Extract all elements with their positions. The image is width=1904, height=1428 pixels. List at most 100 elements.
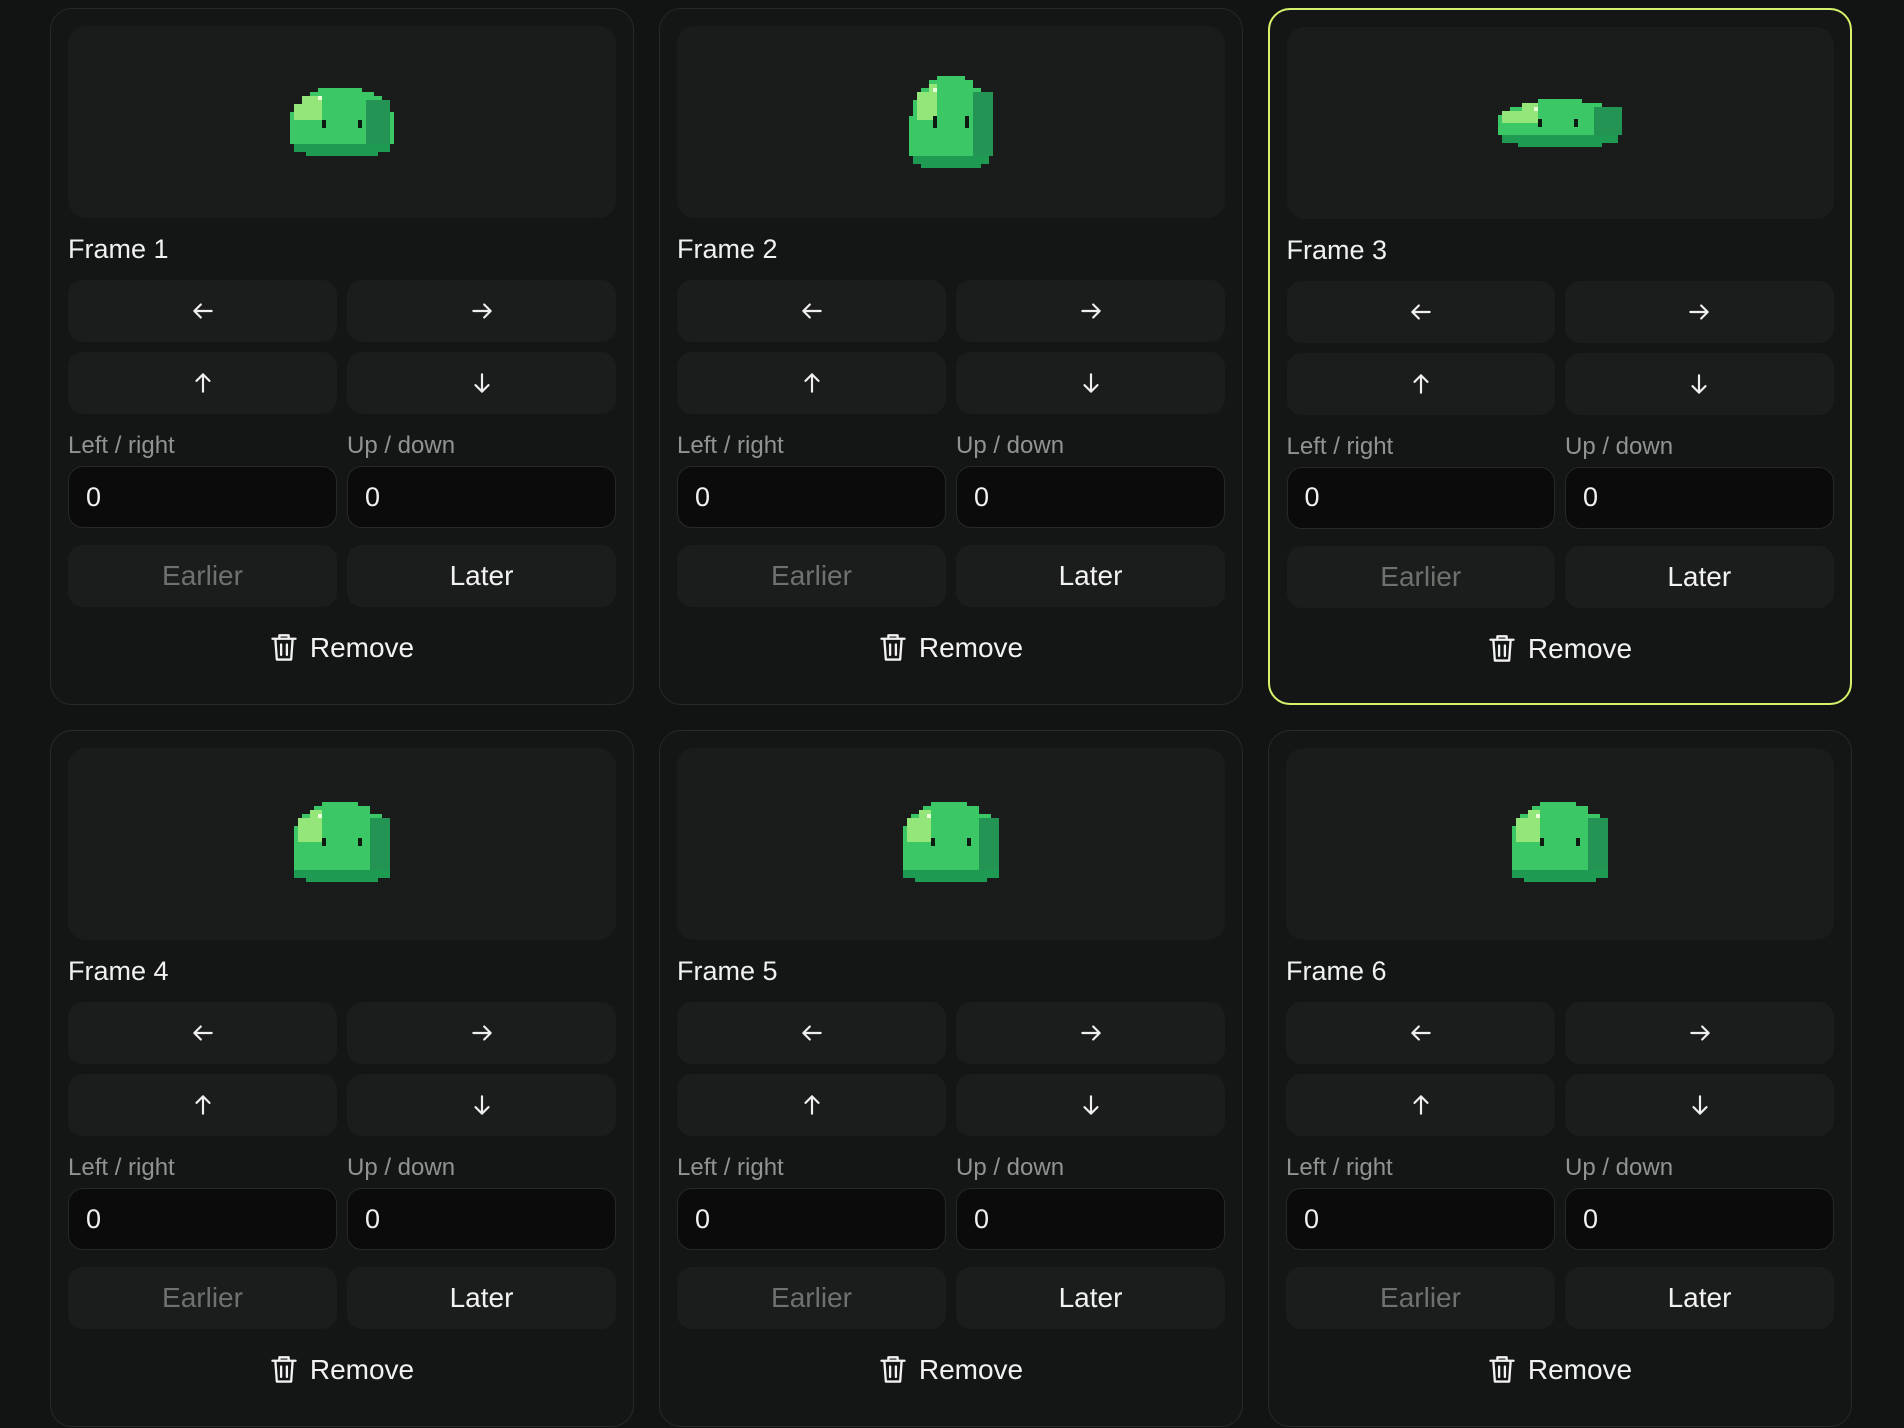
move-up-button[interactable] bbox=[68, 1074, 337, 1136]
move-up-button[interactable] bbox=[677, 1074, 946, 1136]
remove-button[interactable]: Remove bbox=[68, 1339, 616, 1401]
arrow-up-icon bbox=[194, 373, 211, 393]
move-right-button[interactable] bbox=[956, 280, 1225, 342]
arrow-right-icon bbox=[1080, 303, 1101, 319]
up-down-input[interactable] bbox=[347, 466, 616, 528]
frame-title: Frame 1 bbox=[68, 234, 169, 264]
later-button[interactable]: Later bbox=[347, 1267, 616, 1329]
left-right-input[interactable] bbox=[68, 1188, 337, 1250]
remove-label: Remove bbox=[309, 1354, 415, 1385]
move-up-button[interactable] bbox=[68, 352, 337, 414]
move-right-button[interactable] bbox=[347, 1002, 616, 1064]
up-down-label: Up / down bbox=[347, 1154, 456, 1181]
remove-button[interactable]: Remove bbox=[677, 1339, 1225, 1401]
remove-label: Remove bbox=[1527, 1354, 1633, 1385]
slime-sprite bbox=[903, 802, 999, 882]
arrow-down-icon bbox=[1691, 1095, 1708, 1115]
move-down-button[interactable] bbox=[956, 1074, 1225, 1136]
remove-button[interactable]: Remove bbox=[677, 617, 1225, 679]
arrow-up-icon bbox=[1413, 373, 1429, 394]
move-down-button[interactable] bbox=[1565, 1074, 1834, 1136]
later-button[interactable]: Later bbox=[1565, 545, 1834, 608]
arrow-up-icon bbox=[194, 1095, 211, 1115]
remove-label: Remove bbox=[918, 1354, 1024, 1385]
arrow-up-icon bbox=[1412, 1095, 1429, 1115]
remove-button[interactable]: Remove bbox=[68, 617, 616, 679]
remove-label: Remove bbox=[918, 632, 1024, 663]
earlier-button: Earlier bbox=[1286, 545, 1555, 608]
slime-sprite bbox=[1512, 802, 1608, 882]
remove-button[interactable]: Remove bbox=[1287, 618, 1834, 680]
earlier-button: Earlier bbox=[677, 1267, 946, 1329]
move-right-button[interactable] bbox=[347, 280, 616, 342]
move-left-button[interactable] bbox=[68, 280, 337, 342]
frame-title: Frame 5 bbox=[677, 956, 778, 986]
arrow-right-icon bbox=[1080, 1025, 1101, 1041]
left-right-label: Left / right bbox=[68, 1154, 175, 1181]
move-down-button[interactable] bbox=[956, 352, 1225, 414]
move-right-button[interactable] bbox=[1565, 280, 1834, 343]
frame-card[interactable]: Frame 6 Left / right Up / down Earlier L… bbox=[1268, 730, 1852, 1427]
up-down-input[interactable] bbox=[1565, 1188, 1834, 1250]
move-down-button[interactable] bbox=[347, 1074, 616, 1136]
move-up-button[interactable] bbox=[677, 352, 946, 414]
frame-title: Frame 2 bbox=[677, 234, 778, 264]
up-down-label: Up / down bbox=[956, 432, 1065, 459]
sprite-preview bbox=[677, 748, 1225, 940]
frame-card[interactable]: Frame 3 Left / right Up / down Earlier L… bbox=[1268, 8, 1852, 705]
up-down-input[interactable] bbox=[956, 466, 1225, 528]
trash-icon bbox=[270, 633, 298, 663]
up-down-label: Up / down bbox=[956, 1154, 1065, 1181]
frame-card[interactable]: Frame 2 Left / right Up / down Earlier L… bbox=[659, 8, 1243, 705]
move-down-button[interactable] bbox=[347, 352, 616, 414]
arrow-down-icon bbox=[473, 373, 490, 393]
frame-grid: Frame 1 Left / right Up / down Earlier L… bbox=[50, 8, 1852, 1427]
move-up-button[interactable] bbox=[1286, 352, 1555, 415]
frame-title: Frame 3 bbox=[1286, 234, 1388, 265]
left-right-input[interactable] bbox=[677, 466, 946, 528]
arrow-up-icon bbox=[803, 373, 820, 393]
frame-card[interactable]: Frame 1 Left / right Up / down Earlier L… bbox=[50, 8, 634, 705]
sprite-preview bbox=[68, 748, 616, 940]
arrow-left-icon bbox=[1410, 1025, 1431, 1041]
arrow-right-icon bbox=[471, 303, 492, 319]
move-left-button[interactable] bbox=[677, 280, 946, 342]
frame-card[interactable]: Frame 5 Left / right Up / down Earlier L… bbox=[659, 730, 1243, 1427]
arrow-left-icon bbox=[1411, 303, 1431, 320]
earlier-button: Earlier bbox=[1286, 1267, 1555, 1329]
earlier-button: Earlier bbox=[68, 545, 337, 607]
up-down-input[interactable] bbox=[1565, 466, 1834, 529]
trash-icon bbox=[1488, 1355, 1516, 1385]
later-button[interactable]: Later bbox=[347, 545, 616, 607]
arrow-left-icon bbox=[801, 303, 822, 319]
left-right-input[interactable] bbox=[677, 1188, 946, 1250]
move-up-button[interactable] bbox=[1286, 1074, 1555, 1136]
up-down-input[interactable] bbox=[347, 1188, 616, 1250]
up-down-label: Up / down bbox=[1565, 1154, 1674, 1181]
later-button[interactable]: Later bbox=[1565, 1267, 1834, 1329]
move-left-button[interactable] bbox=[68, 1002, 337, 1064]
left-right-input[interactable] bbox=[1286, 466, 1555, 529]
left-right-input[interactable] bbox=[1286, 1188, 1555, 1250]
sprite-preview bbox=[68, 26, 616, 218]
frame-card[interactable]: Frame 4 Left / right Up / down Earlier L… bbox=[50, 730, 634, 1427]
later-button[interactable]: Later bbox=[956, 1267, 1225, 1329]
left-right-label: Left / right bbox=[1286, 432, 1394, 460]
move-left-button[interactable] bbox=[1286, 1002, 1555, 1064]
slime-sprite bbox=[290, 88, 394, 156]
move-left-button[interactable] bbox=[677, 1002, 946, 1064]
left-right-label: Left / right bbox=[677, 432, 784, 459]
slime-sprite bbox=[909, 76, 993, 168]
move-left-button[interactable] bbox=[1286, 280, 1555, 343]
sprite-preview bbox=[677, 26, 1225, 218]
move-right-button[interactable] bbox=[956, 1002, 1225, 1064]
move-down-button[interactable] bbox=[1565, 352, 1834, 415]
arrow-down-icon bbox=[1082, 373, 1099, 393]
move-right-button[interactable] bbox=[1565, 1002, 1834, 1064]
later-button[interactable]: Later bbox=[956, 545, 1225, 607]
remove-button[interactable]: Remove bbox=[1286, 1339, 1834, 1401]
earlier-button: Earlier bbox=[68, 1267, 337, 1329]
slime-sprite bbox=[294, 802, 390, 882]
left-right-input[interactable] bbox=[68, 466, 337, 528]
up-down-input[interactable] bbox=[956, 1188, 1225, 1250]
